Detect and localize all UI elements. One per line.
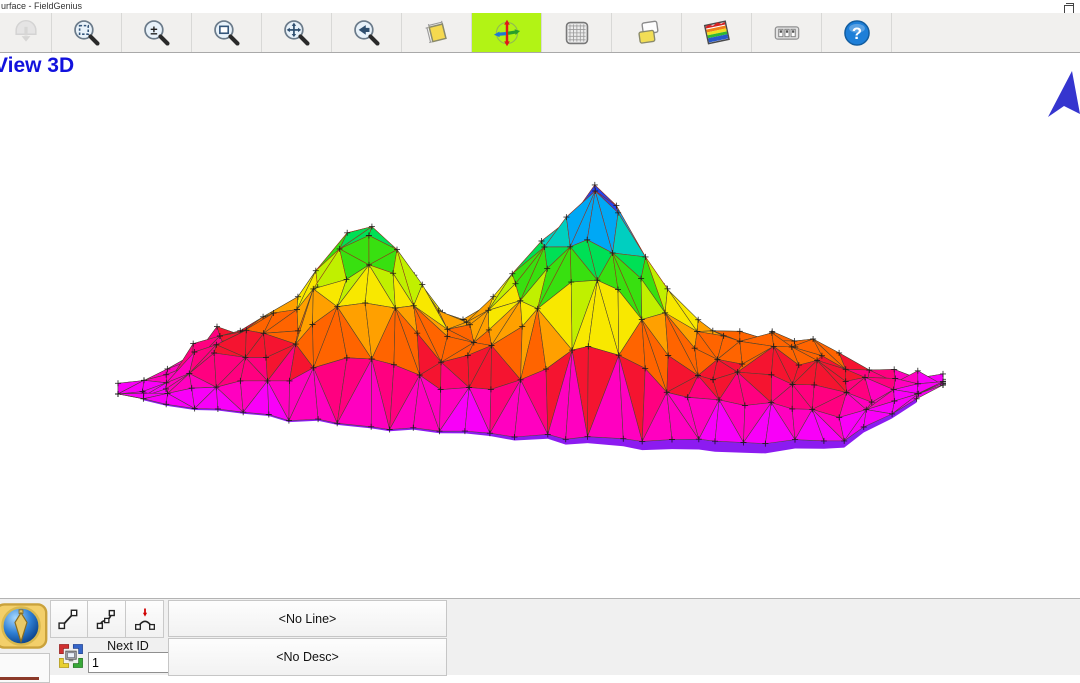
- grid-view-button[interactable]: [542, 13, 612, 52]
- plan-view-button[interactable]: [402, 13, 472, 52]
- line-icon: [55, 605, 83, 633]
- next-id-label: Next ID: [88, 639, 168, 653]
- screen-capture-icon: [56, 641, 86, 671]
- zoom-window-button[interactable]: [192, 13, 262, 52]
- draw-spline-button[interactable]: [88, 600, 126, 638]
- zoom-window-icon: [211, 17, 243, 49]
- svg-text:±: ±: [150, 22, 157, 37]
- zoom-pan-button[interactable]: [262, 13, 332, 52]
- import-button: [0, 13, 52, 52]
- help-icon: ?: [841, 17, 873, 49]
- zoom-in-out-button[interactable]: ±: [122, 13, 192, 52]
- bottom-toolbar: Next ID <No Line> <No Desc>: [0, 598, 1080, 675]
- north-arrow-icon: [1046, 67, 1080, 123]
- draw-arc-button[interactable]: [126, 600, 164, 638]
- help-button[interactable]: ?: [822, 13, 892, 52]
- zoom-extents-icon: [71, 17, 103, 49]
- arc-icon: [131, 605, 159, 633]
- instrument-selector-button[interactable]: [0, 601, 50, 650]
- main-toolbar: ± ?: [0, 13, 1080, 53]
- surface-icon: [701, 17, 733, 49]
- import-icon: [10, 17, 42, 49]
- display-toggles-button[interactable]: [752, 13, 822, 52]
- title-bar: urface - FieldGenius: [0, 0, 1080, 13]
- surface-3d-button[interactable]: [682, 13, 752, 52]
- linework-toolbar: [50, 600, 164, 638]
- layers-icon: [631, 17, 663, 49]
- tin-surface-mesh[interactable]: [0, 53, 1080, 598]
- active-desc-button[interactable]: <No Desc>: [168, 638, 447, 676]
- partial-icon: [0, 677, 39, 680]
- secondary-instrument-button[interactable]: [0, 653, 50, 683]
- zoom-previous-icon: [351, 17, 383, 49]
- pan-icon: [281, 17, 313, 49]
- zoom-in-out-icon: ±: [141, 17, 173, 49]
- rotate-3d-button[interactable]: [472, 13, 542, 52]
- toolbar-spacer: [892, 13, 1080, 52]
- view-canvas[interactable]: View 3D: [0, 53, 1080, 598]
- rotate-3d-icon: [491, 17, 523, 49]
- next-id-input[interactable]: [88, 652, 172, 673]
- svg-text:?: ?: [851, 24, 861, 43]
- layers-button[interactable]: [612, 13, 682, 52]
- zoom-extents-button[interactable]: [52, 13, 122, 52]
- zoom-previous-button[interactable]: [332, 13, 402, 52]
- screen-capture-button[interactable]: [54, 639, 88, 673]
- plan-view-icon: [421, 17, 453, 49]
- spline-icon: [93, 605, 121, 633]
- window-title: urface - FieldGenius: [1, 1, 82, 11]
- active-line-button[interactable]: <No Line>: [168, 600, 447, 637]
- draw-line-button[interactable]: [50, 600, 88, 638]
- grid-icon: [561, 17, 593, 49]
- toggles-icon: [771, 17, 803, 49]
